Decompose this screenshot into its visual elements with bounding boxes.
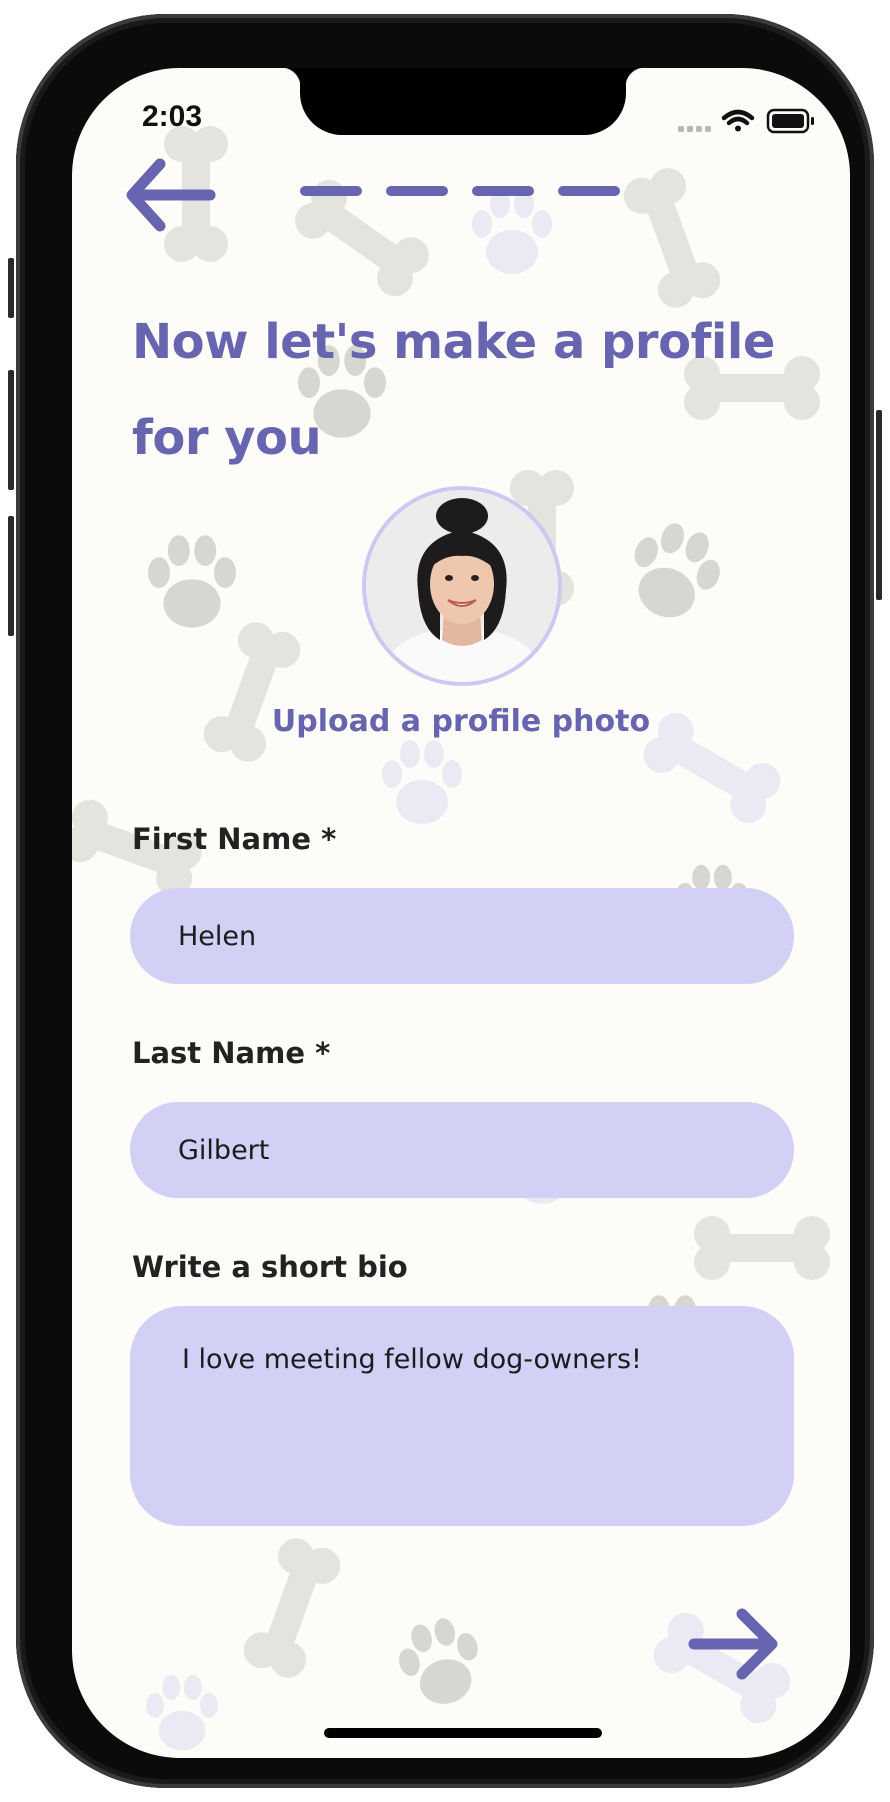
last-name-input[interactable] bbox=[130, 1102, 794, 1198]
page-title: Now let's make a profile for you bbox=[132, 314, 775, 466]
status-icons bbox=[678, 108, 814, 134]
battery-icon bbox=[766, 108, 814, 134]
bio-label: Write a short bio bbox=[132, 1250, 408, 1284]
power-button bbox=[876, 410, 882, 600]
status-time: 2:03 bbox=[142, 100, 203, 133]
cellular-signal-icon bbox=[678, 126, 711, 132]
home-indicator[interactable] bbox=[324, 1728, 602, 1738]
back-arrow-icon[interactable] bbox=[124, 154, 216, 236]
profile-photo-avatar[interactable] bbox=[362, 486, 562, 686]
progress-step-2 bbox=[386, 186, 448, 196]
phone-frame: 2:03 Now let's make a profile for you Up… bbox=[8, 14, 882, 1788]
upload-photo-link[interactable]: Upload a profile photo bbox=[72, 704, 850, 739]
profile-photo bbox=[366, 490, 558, 682]
first-name-label: First Name * bbox=[132, 822, 337, 856]
mute-switch bbox=[8, 258, 14, 318]
next-arrow-icon[interactable] bbox=[686, 1604, 782, 1684]
first-name-input[interactable] bbox=[130, 888, 794, 984]
wifi-icon bbox=[721, 109, 755, 132]
progress-step-1 bbox=[300, 186, 362, 196]
camera-notch bbox=[281, 68, 645, 135]
app-screen: 2:03 Now let's make a profile for you Up… bbox=[72, 68, 850, 1758]
bio-textarea[interactable]: I love meeting fellow dog-owners! bbox=[130, 1306, 794, 1526]
progress-step-4 bbox=[558, 186, 620, 196]
volume-up-button bbox=[8, 370, 14, 490]
onboarding-progress bbox=[300, 186, 620, 196]
last-name-label: Last Name * bbox=[132, 1036, 331, 1070]
progress-step-3 bbox=[472, 186, 534, 196]
volume-down-button bbox=[8, 516, 14, 636]
